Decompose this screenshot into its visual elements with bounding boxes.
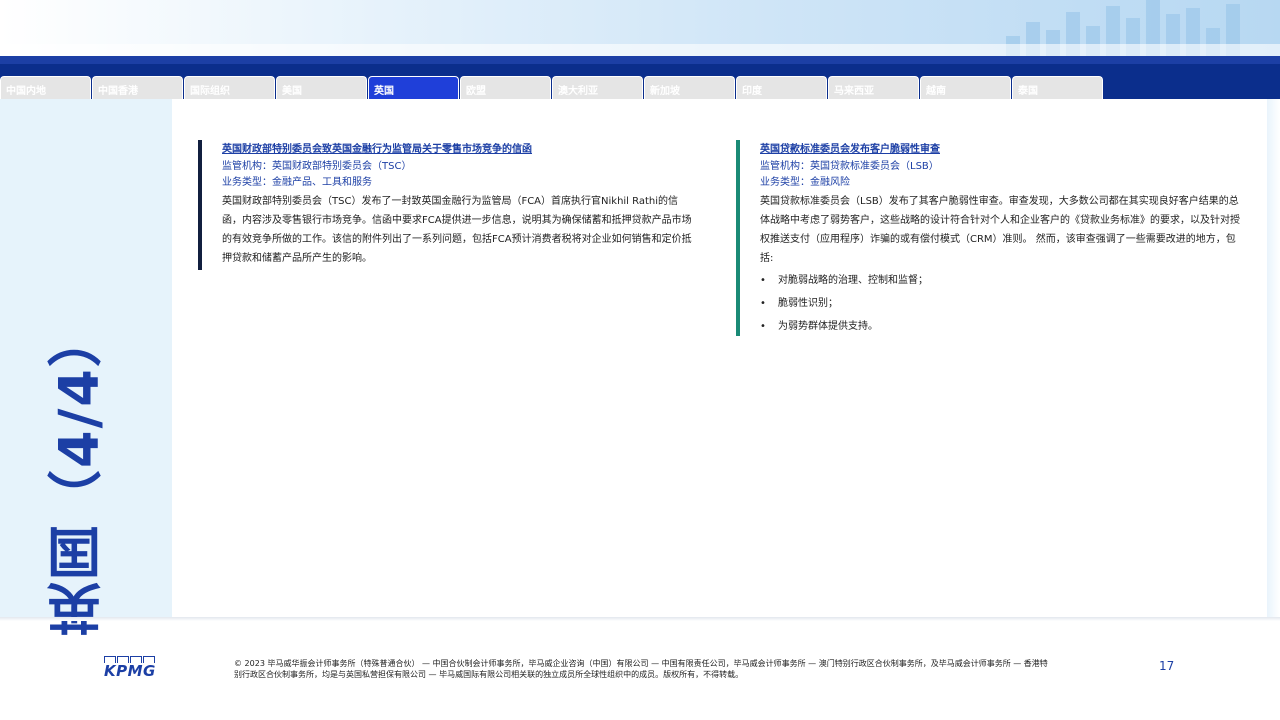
tab-vietnam[interactable]: 越南 <box>920 76 1011 99</box>
tab-malaysia[interactable]: 马来西亚 <box>828 76 919 99</box>
improvement-list: 对脆弱战略的治理、控制和监督； 脆弱性识别； 为弱势群体提供支持。 <box>760 272 928 341</box>
article-accent-bar <box>736 140 740 336</box>
article-regulator: 监管机构：英国贷款标准委员会（LSB） <box>760 161 939 172</box>
tab-india[interactable]: 印度 <box>736 76 827 99</box>
copyright-notice: © 2023 毕马威华振会计师事务所（特殊普通合伙） — 中国合伙制会计师事务所… <box>234 659 1048 679</box>
article-business-type: 业务类型：金融产品、工具和服务 <box>222 177 372 188</box>
list-item: 为弱势群体提供支持。 <box>760 318 928 341</box>
tab-eu[interactable]: 欧盟 <box>460 76 551 99</box>
tab-hong-kong[interactable]: 中国香港 <box>92 76 183 99</box>
page-number: 17 <box>1159 659 1175 673</box>
tab-uk[interactable]: 英国 <box>368 76 459 99</box>
slide-page: 中国内地 中国香港 国际组织 美国 英国 欧盟 澳大利亚 新加坡 印度 马来西亚… <box>0 0 1280 720</box>
article-title-link[interactable]: 英国财政部特别委员会致英国金融行为监管局关于零售市场竞争的信函 <box>222 140 532 155</box>
kpmg-logo: KPMG <box>104 656 160 680</box>
header-banner <box>0 0 1280 56</box>
article-body: 英国贷款标准委员会（LSB）发布了其客户脆弱性审查。审查发现，大多数公司都在其实… <box>760 196 1240 264</box>
tab-usa[interactable]: 美国 <box>276 76 367 99</box>
article-tsc-letter: 英国财政部特别委员会致英国金融行为监管局关于零售市场竞争的信函 监管机构：英国财… <box>198 140 698 270</box>
region-tabs: 中国内地 中国香港 国际组织 美国 英国 欧盟 澳大利亚 新加坡 印度 马来西亚… <box>0 76 1104 99</box>
side-panel: 英国（4/4） <box>0 99 172 636</box>
list-item: 脆弱性识别； <box>760 295 928 318</box>
tab-international-orgs[interactable]: 国际组织 <box>184 76 275 99</box>
article-lsb-review: 英国贷款标准委员会发布客户脆弱性审查 监管机构：英国贷款标准委员会（LSB） 业… <box>736 140 1246 336</box>
tab-thailand[interactable]: 泰国 <box>1012 76 1103 99</box>
article-accent-bar <box>198 140 202 270</box>
tab-mainland-china[interactable]: 中国内地 <box>0 76 91 99</box>
list-item: 对脆弱战略的治理、控制和监督； <box>760 272 928 295</box>
article-body: 英国财政部特别委员会（TSC）发布了一封致英国金融行为监管局（FCA）首席执行官… <box>222 196 692 264</box>
tab-singapore[interactable]: 新加坡 <box>644 76 735 99</box>
article-business-type: 业务类型：金融风险 <box>760 177 850 188</box>
article-regulator: 监管机构：英国财政部特别委员会（TSC） <box>222 161 412 172</box>
section-title: 英国（4/4） <box>47 311 111 637</box>
article-title-link[interactable]: 英国贷款标准委员会发布客户脆弱性审查 <box>760 140 940 155</box>
logo-text: KPMG <box>104 662 156 680</box>
tab-australia[interactable]: 澳大利亚 <box>552 76 643 99</box>
